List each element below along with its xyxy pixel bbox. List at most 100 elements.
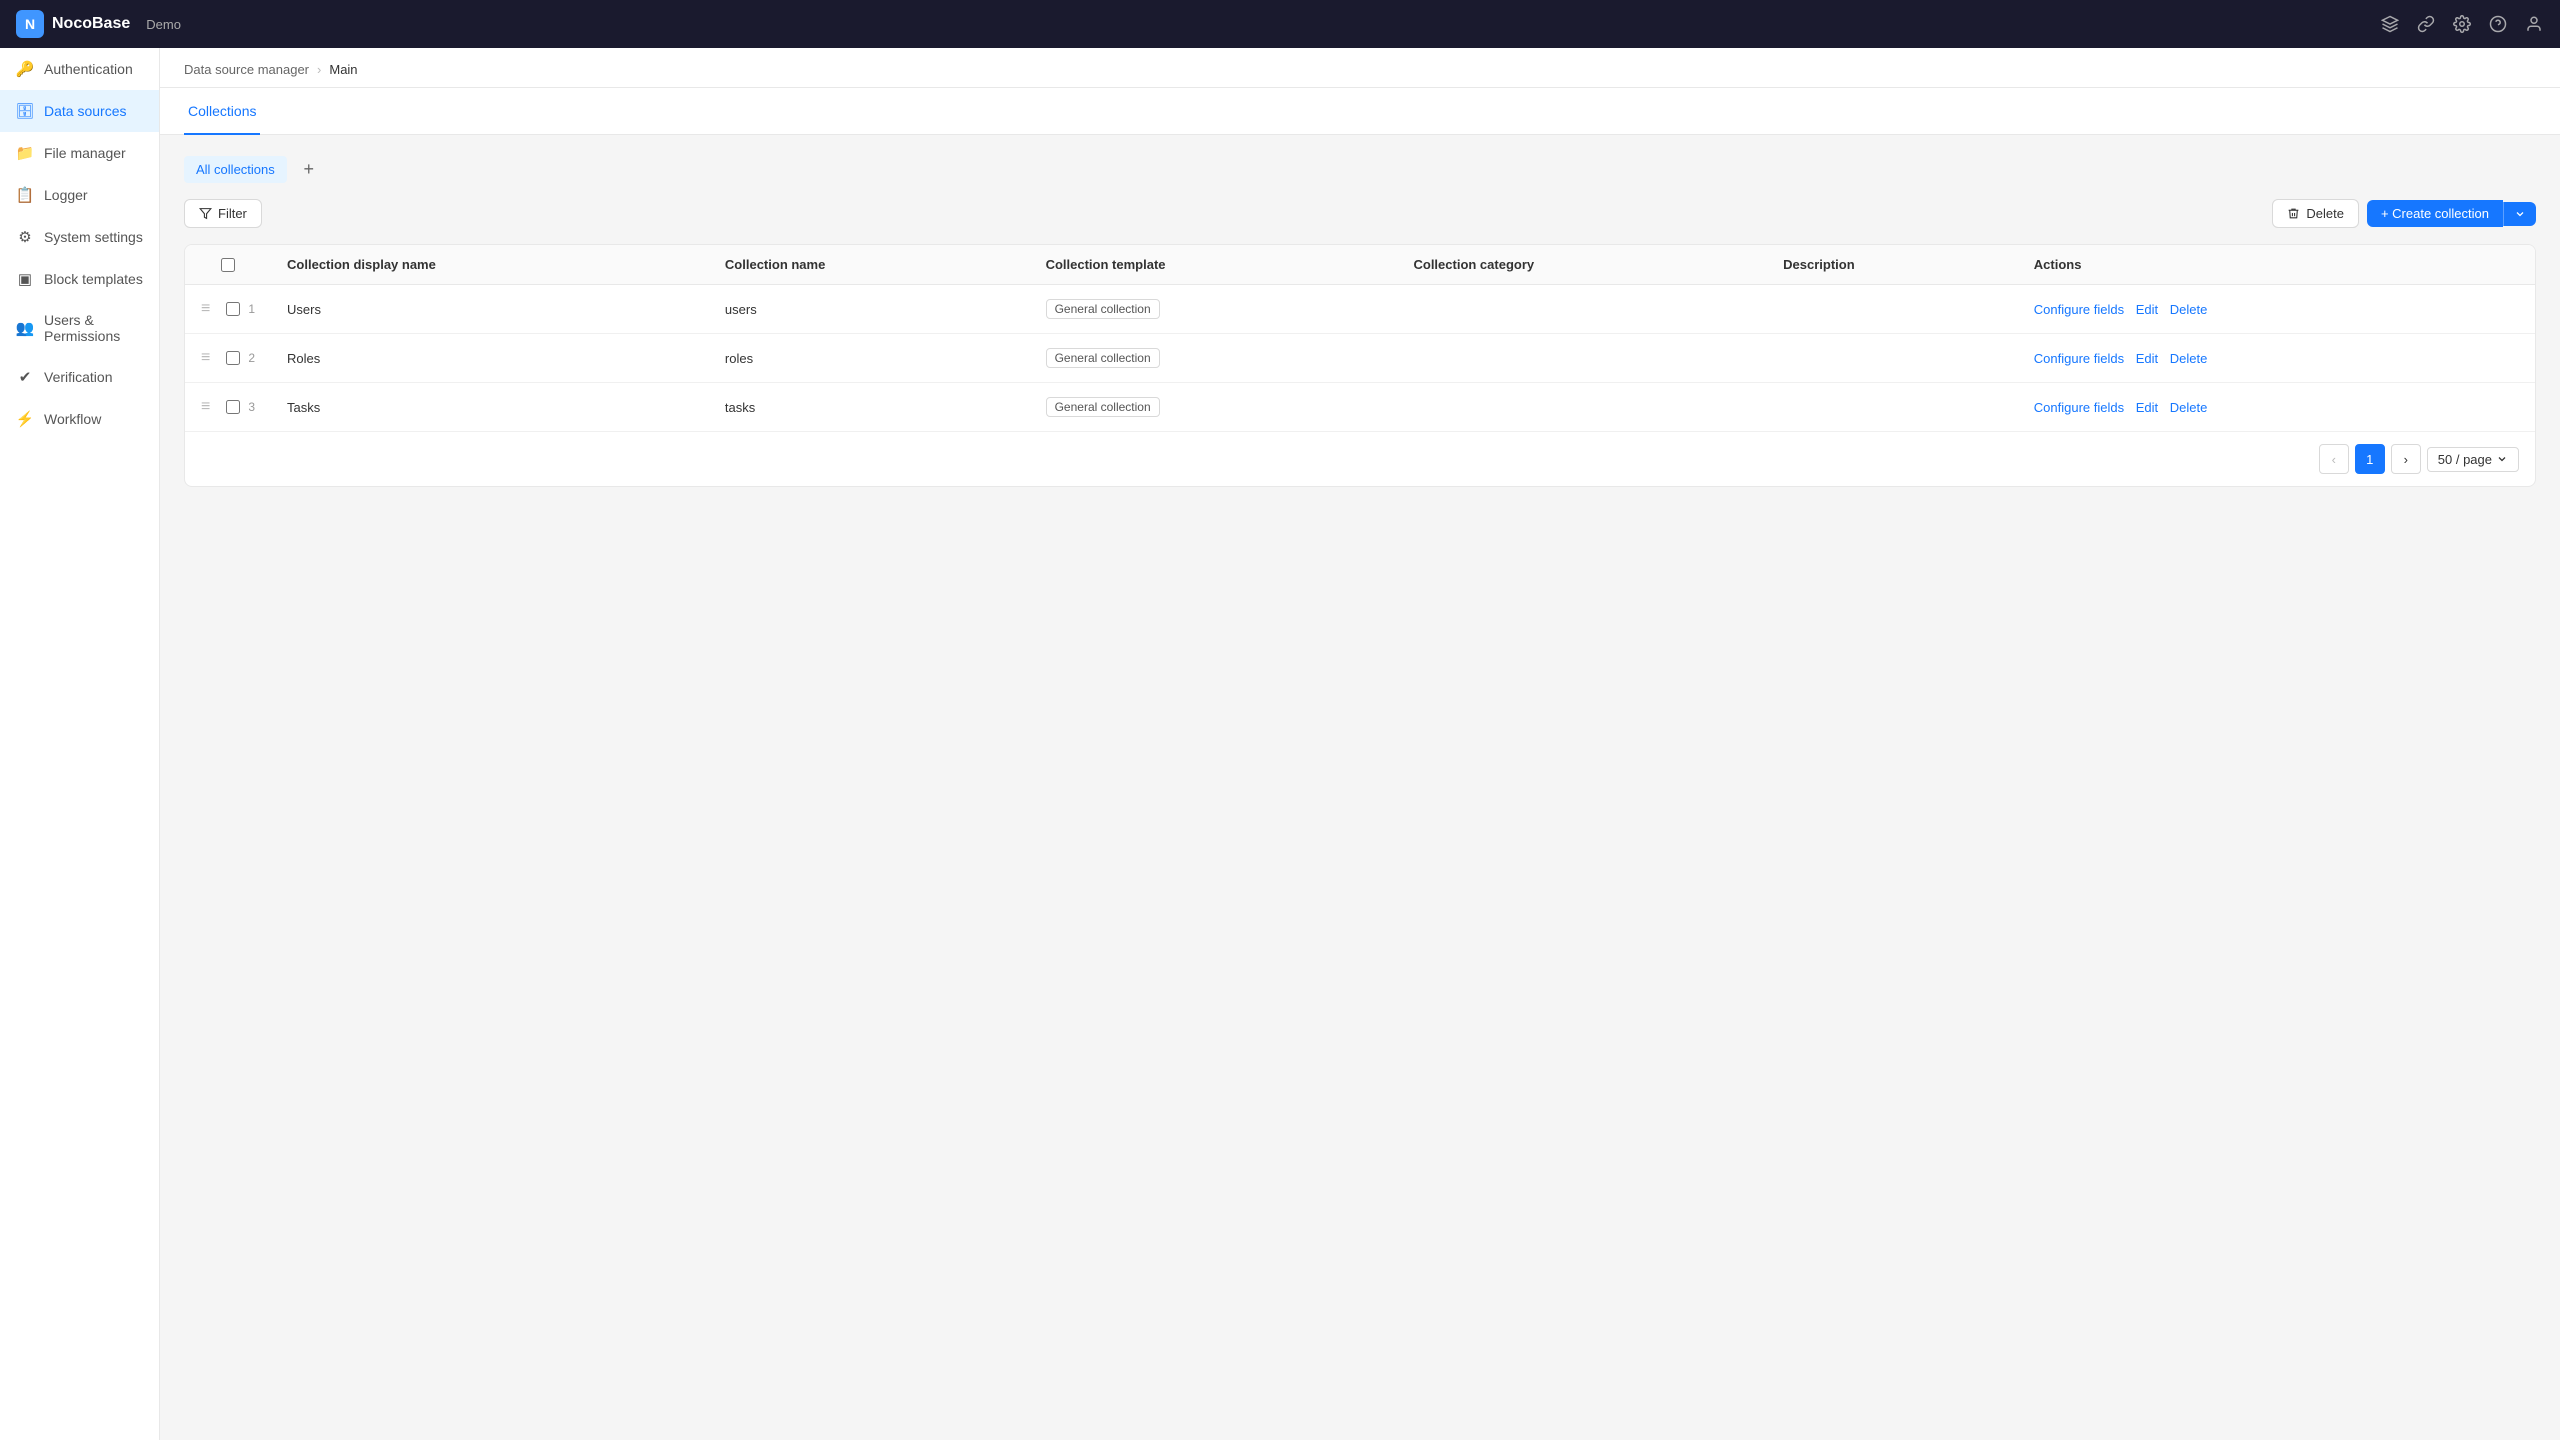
delete-link[interactable]: Delete: [2170, 302, 2208, 317]
row-display-name: Users: [271, 285, 709, 334]
main-layout: 🔑 Authentication 🗄 Data sources 📁 File m…: [0, 48, 2560, 1440]
configure-fields-link[interactable]: Configure fields: [2034, 400, 2124, 415]
app-logo[interactable]: N NocoBase: [16, 10, 130, 38]
subtabs: All collections +: [184, 155, 2536, 183]
breadcrumb-main: Main: [329, 62, 357, 77]
th-display-name: Collection display name: [271, 245, 709, 285]
row-actions: Configure fields Edit Delete: [2018, 334, 2535, 383]
verification-icon: ✔: [16, 368, 34, 386]
edit-link[interactable]: Edit: [2136, 351, 2158, 366]
drag-handle-icon[interactable]: ≡: [201, 300, 210, 318]
sidebar-item-label: Verification: [44, 369, 112, 385]
row-display-name: Roles: [271, 334, 709, 383]
users-permissions-icon: 👥: [16, 319, 34, 337]
row-number: 2: [248, 351, 255, 365]
template-badge: General collection: [1046, 397, 1160, 417]
row-checkbox-cell: ≡ 3: [185, 383, 271, 432]
sidebar-item-label: Workflow: [44, 411, 101, 427]
row-number: 1: [248, 302, 255, 316]
row-checkbox-cell: ≡ 2: [185, 334, 271, 383]
delete-button[interactable]: Delete: [2272, 199, 2359, 228]
row-description: [1767, 334, 2018, 383]
plugin-icon[interactable]: [2380, 14, 2400, 34]
demo-label: Demo: [146, 17, 181, 32]
row-category: [1397, 334, 1767, 383]
page-next-button[interactable]: ›: [2391, 444, 2421, 474]
pagination: ‹ 1 › 50 / page: [185, 431, 2535, 486]
filter-button[interactable]: Filter: [184, 199, 262, 228]
select-all-checkbox[interactable]: [221, 258, 235, 272]
sidebar-item-verification[interactable]: ✔ Verification: [0, 356, 159, 398]
page-size-chevron-icon: [2496, 453, 2508, 465]
sidebar-item-authentication[interactable]: 🔑 Authentication: [0, 48, 159, 90]
create-collection-button[interactable]: + Create collection: [2367, 200, 2503, 227]
sidebar-item-users-permissions[interactable]: 👥 Users & Permissions: [0, 300, 159, 356]
block-templates-icon: ▣: [16, 270, 34, 288]
row-checkbox[interactable]: [226, 302, 240, 316]
subtab-add-button[interactable]: +: [295, 155, 323, 183]
help-icon[interactable]: [2488, 14, 2508, 34]
table-row: ≡ 2 Roles roles General collection Confi…: [185, 334, 2535, 383]
row-template: General collection: [1030, 285, 1398, 334]
drag-handle-icon[interactable]: ≡: [201, 398, 210, 416]
content-area: Data source manager › Main Collections A…: [160, 48, 2560, 1440]
row-category: [1397, 285, 1767, 334]
file-manager-icon: 📁: [16, 144, 34, 162]
breadcrumb: Data source manager › Main: [160, 48, 2560, 88]
topbar-icons: [2380, 14, 2544, 34]
sidebar-item-block-templates[interactable]: ▣ Block templates: [0, 258, 159, 300]
sidebar-item-data-sources[interactable]: 🗄 Data sources: [0, 90, 159, 132]
row-checkbox[interactable]: [226, 351, 240, 365]
delete-link[interactable]: Delete: [2170, 351, 2208, 366]
logo-icon: N: [16, 10, 44, 38]
settings-icon[interactable]: [2452, 14, 2472, 34]
row-actions: Configure fields Edit Delete: [2018, 285, 2535, 334]
drag-handle-icon[interactable]: ≡: [201, 349, 210, 367]
logger-icon: 📋: [16, 186, 34, 204]
sidebar-item-label: File manager: [44, 145, 126, 161]
inner-content: All collections + Filter Delete: [160, 135, 2560, 507]
edit-link[interactable]: Edit: [2136, 400, 2158, 415]
page-size-select[interactable]: 50 / page: [2427, 447, 2519, 472]
subtab-all-collections[interactable]: All collections: [184, 156, 287, 183]
row-name: roles: [709, 334, 1030, 383]
th-actions: Actions: [2018, 245, 2535, 285]
user-icon[interactable]: [2524, 14, 2544, 34]
page-1-button[interactable]: 1: [2355, 444, 2385, 474]
table-row: ≡ 3 Tasks tasks General collection Confi…: [185, 383, 2535, 432]
edit-link[interactable]: Edit: [2136, 302, 2158, 317]
trash-icon: [2287, 207, 2300, 220]
tab-collections[interactable]: Collections: [184, 89, 260, 135]
configure-fields-link[interactable]: Configure fields: [2034, 351, 2124, 366]
row-template: General collection: [1030, 334, 1398, 383]
collections-table: Collection display name Collection name …: [184, 244, 2536, 487]
page-prev-button[interactable]: ‹: [2319, 444, 2349, 474]
breadcrumb-data-source-manager[interactable]: Data source manager: [184, 62, 309, 77]
configure-fields-link[interactable]: Configure fields: [2034, 302, 2124, 317]
table-header-row: Collection display name Collection name …: [185, 245, 2535, 285]
sidebar-item-file-manager[interactable]: 📁 File manager: [0, 132, 159, 174]
sidebar-item-label: Block templates: [44, 271, 143, 287]
th-checkbox: [185, 245, 271, 285]
filter-icon: [199, 207, 212, 220]
workflow-icon: ⚡: [16, 410, 34, 428]
link-icon[interactable]: [2416, 14, 2436, 34]
toolbar: Filter Delete + Create collection: [184, 199, 2536, 228]
sidebar-item-workflow[interactable]: ⚡ Workflow: [0, 398, 159, 440]
row-description: [1767, 285, 2018, 334]
th-category: Collection category: [1397, 245, 1767, 285]
sidebar-item-label: System settings: [44, 229, 143, 245]
sidebar-item-label: Authentication: [44, 61, 133, 77]
delete-link[interactable]: Delete: [2170, 400, 2208, 415]
row-name: tasks: [709, 383, 1030, 432]
sidebar-item-logger[interactable]: 📋 Logger: [0, 174, 159, 216]
create-collection-dropdown-button[interactable]: [2503, 202, 2536, 226]
th-description: Description: [1767, 245, 2018, 285]
sidebar-item-system-settings[interactable]: ⚙ System settings: [0, 216, 159, 258]
sidebar-item-label: Data sources: [44, 103, 126, 119]
row-checkbox[interactable]: [226, 400, 240, 414]
authentication-icon: 🔑: [16, 60, 34, 78]
row-template: General collection: [1030, 383, 1398, 432]
row-description: [1767, 383, 2018, 432]
row-actions: Configure fields Edit Delete: [2018, 383, 2535, 432]
